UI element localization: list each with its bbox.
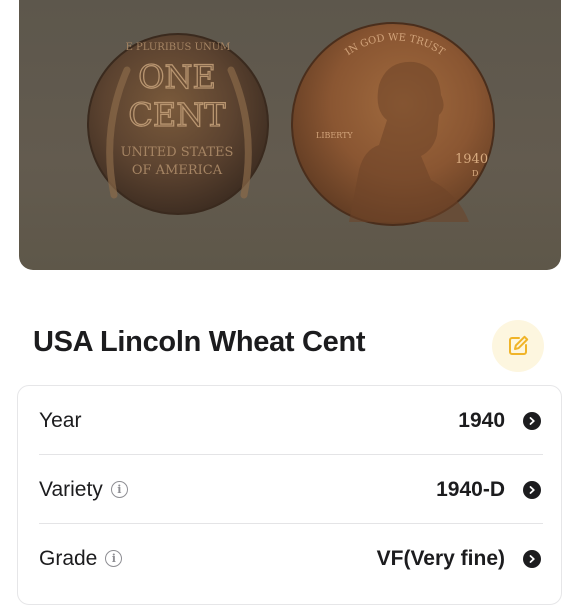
year-value: 1940 [458,408,505,432]
variety-label: Variety [39,477,103,501]
coin-title: USA Lincoln Wheat Cent [33,326,366,358]
detail-label: Grade i [39,546,123,571]
detail-row-variety[interactable]: Variety i 1940-D [18,455,561,524]
reverse-cent: CENT [128,96,226,134]
reverse-motto: E PLURIBUS UNUM [126,42,231,53]
chevron-right-icon[interactable] [523,480,541,499]
coin-reverse: E PLURIBUS UNUM ONE CENT UNITED STATES O… [87,33,269,215]
chevron-right-icon[interactable] [523,549,541,568]
obverse-mint-mark: D [472,169,478,178]
detail-row-year[interactable]: Year 1940 [18,386,561,455]
grade-value: VF(Very fine) [376,546,505,570]
detail-label: Year [39,409,81,433]
year-label: Year [39,408,82,432]
obverse-year: 1940 [455,152,488,167]
edit-icon [509,335,529,355]
detail-label: Variety i [39,478,128,502]
info-icon[interactable]: i [110,481,128,498]
details-card: Year 1940 Variety i 1940-D Grade i VF(Ve… [17,385,562,605]
edit-button[interactable] [492,320,544,372]
reverse-united-states: UNITED STATES [121,145,234,160]
grade-label: Grade [39,546,98,570]
reverse-of-america: OF AMERICA [132,163,223,178]
info-icon[interactable]: i [105,550,123,567]
coin-photo: E PLURIBUS UNUM ONE CENT UNITED STATES O… [19,0,561,270]
coin-obverse: IN GOD WE TRUST LIBERTY 1940 D [291,22,495,226]
detail-row-grade[interactable]: Grade i VF(Very fine) [18,524,561,593]
variety-value: 1940-D [436,477,505,501]
coin-image: E PLURIBUS UNUM ONE CENT UNITED STATES O… [87,22,495,226]
chevron-right-icon[interactable] [523,411,541,430]
obverse-liberty: LIBERTY [316,131,353,140]
reverse-one: ONE [138,58,216,96]
